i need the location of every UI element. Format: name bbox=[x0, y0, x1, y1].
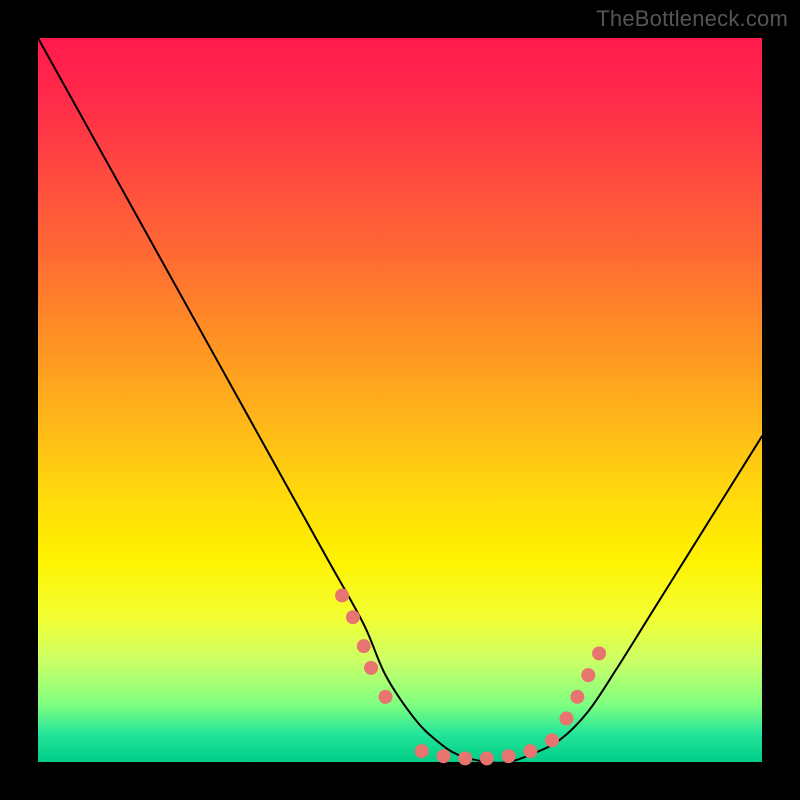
highlight-dot bbox=[570, 690, 584, 704]
highlight-dot bbox=[480, 751, 494, 765]
highlight-dot bbox=[436, 749, 450, 763]
highlight-dots-group bbox=[335, 588, 606, 765]
bottleneck-curve-line bbox=[38, 38, 762, 763]
chart-svg-layer bbox=[38, 38, 762, 762]
highlight-dot bbox=[592, 646, 606, 660]
highlight-dot bbox=[502, 749, 516, 763]
highlight-dot bbox=[458, 751, 472, 765]
highlight-dot bbox=[346, 610, 360, 624]
highlight-dot bbox=[357, 639, 371, 653]
highlight-dot bbox=[523, 744, 537, 758]
highlight-dot bbox=[545, 733, 559, 747]
highlight-dot bbox=[379, 690, 393, 704]
highlight-dot bbox=[581, 668, 595, 682]
highlight-dot bbox=[364, 661, 378, 675]
highlight-dot bbox=[335, 588, 349, 602]
watermark-text: TheBottleneck.com bbox=[596, 6, 788, 32]
highlight-dot bbox=[415, 744, 429, 758]
highlight-dot bbox=[560, 712, 574, 726]
